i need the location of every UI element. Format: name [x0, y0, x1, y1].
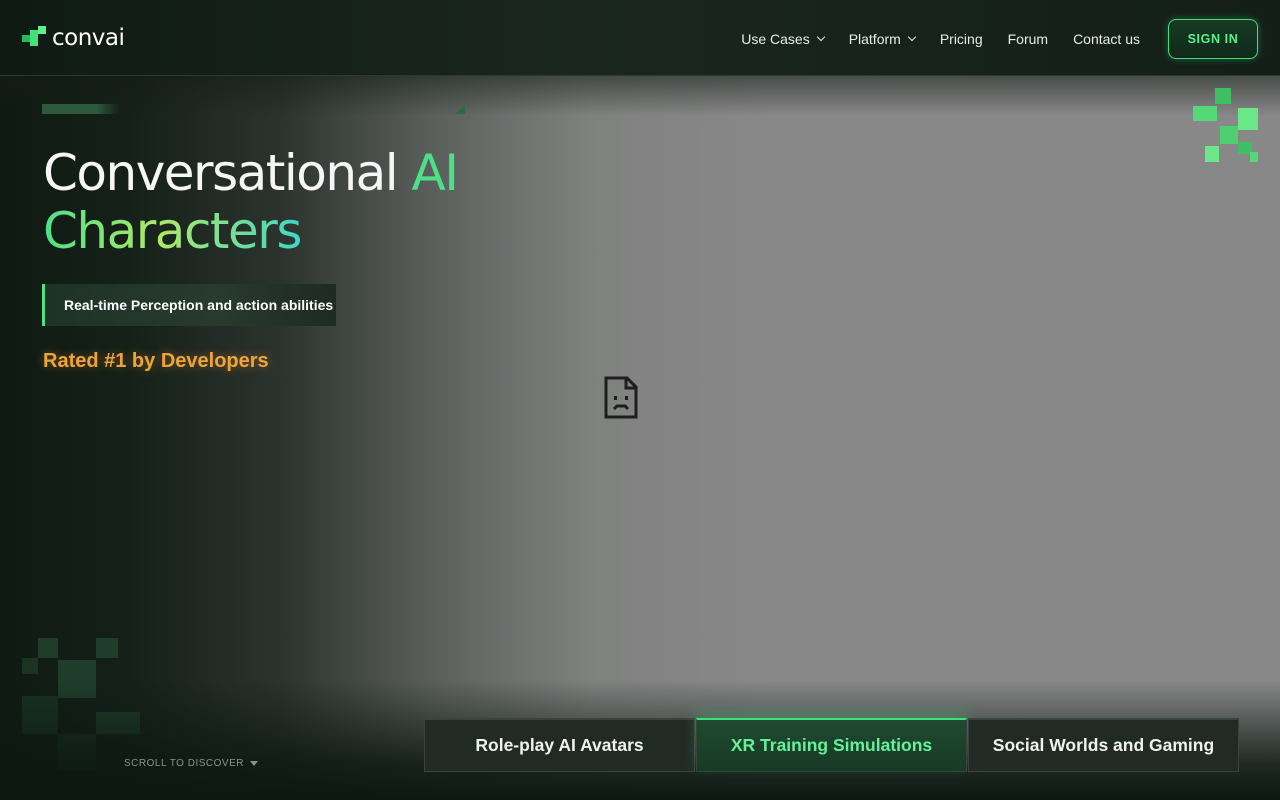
nav-forum[interactable]: Forum [1008, 20, 1048, 58]
convai-logo-icon [22, 26, 46, 50]
chevron-down-icon [907, 32, 917, 42]
scroll-label: SCROLL TO DISCOVER [124, 758, 244, 769]
use-case-tabs: Role-play AI Avatars XR Training Simulat… [424, 718, 1240, 772]
nav-pricing-label: Pricing [939, 31, 983, 47]
hero-section: Conversational AI Characters Real-time P… [0, 76, 1280, 800]
site-header: convai Use Cases Platform Pricing Forum … [0, 0, 1280, 76]
hero-headline: Conversational AI Characters [43, 144, 459, 260]
hero-top-shade [0, 76, 1280, 116]
rated-tagline: Rated #1 by Developers [43, 350, 269, 372]
feature-pill: Real-time Perception and action abilitie… [42, 284, 336, 326]
headline-characters: Characters [43, 202, 302, 260]
caret-down-icon [249, 761, 258, 766]
nav-use-cases-label: Use Cases [741, 31, 810, 47]
nav-platform-label: Platform [848, 31, 901, 47]
decorative-corner [455, 104, 465, 114]
headline-part1: Conversational [43, 144, 412, 202]
nav-contact-us[interactable]: Contact us [1073, 20, 1140, 58]
scroll-indicator[interactable]: SCROLL TO DISCOVER [124, 758, 258, 769]
decorative-bar [42, 104, 120, 114]
sign-in-button[interactable]: SIGN IN [1168, 19, 1258, 59]
tab-role-play-ai-avatars[interactable]: Role-play AI Avatars [424, 718, 695, 772]
main-nav: Use Cases Platform Pricing Forum Contact… [741, 19, 1258, 59]
tab-xr-training-simulations[interactable]: XR Training Simulations [696, 718, 967, 772]
nav-forum-label: Forum [1007, 31, 1049, 47]
broken-image-icon [604, 376, 638, 419]
chevron-down-icon [816, 32, 825, 42]
nav-contact-us-label: Contact us [1073, 31, 1140, 47]
logo-text: convai [52, 25, 125, 51]
nav-pricing[interactable]: Pricing [940, 20, 983, 58]
headline-ai: AI [411, 144, 459, 202]
nav-platform[interactable]: Platform [848, 20, 917, 58]
tab-social-worlds-and-gaming[interactable]: Social Worlds and Gaming [968, 718, 1239, 772]
logo-link[interactable]: convai [22, 24, 125, 52]
nav-use-cases[interactable]: Use Cases [741, 20, 825, 58]
